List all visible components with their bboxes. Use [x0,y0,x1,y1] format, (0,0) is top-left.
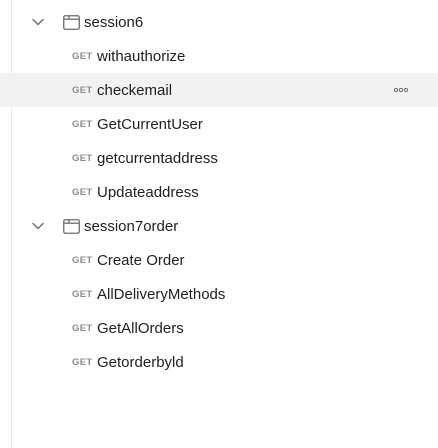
request-label: AllDeliveryMethods [97,285,226,303]
request-row[interactable]: GET GetAllOrders [0,311,438,345]
request-row[interactable]: GET getcurrentaddress [0,141,438,175]
request-row[interactable]: GET Create Order [0,243,438,277]
request-row[interactable]: GET AllDeliveryMethods [0,277,438,311]
request-row[interactable]: GET Updateaddress [0,175,438,209]
folder-row-session6[interactable]: session6 [0,5,438,39]
request-label: GetCurrentUser [97,115,203,133]
collection-tree-panel: session6 GET withauthorize GET checkemai… [0,0,438,448]
method-badge: GET [72,356,93,368]
ellipsis-icon[interactable] [392,85,410,95]
request-label: checkemail [97,81,173,99]
method-badge: GET [72,152,93,164]
folder-label: session7order [84,217,179,235]
method-badge: GET [72,254,93,266]
request-row[interactable]: GET GetCurrentUser [0,107,438,141]
folder-row-session7order[interactable]: session7order [0,209,438,243]
request-row[interactable]: GET Getorderbyld [0,345,438,379]
method-badge: GET [72,84,93,96]
method-badge: GET [72,118,93,130]
request-row-hovered[interactable]: GET checkemail [0,73,438,107]
request-label: GetAllOrders [97,319,184,337]
method-badge: GET [72,288,93,300]
request-label: getcurrentaddress [97,149,218,167]
method-badge: GET [72,186,93,198]
request-label: withauthorize [97,47,186,65]
method-badge: GET [72,322,93,334]
request-label: Create Order [97,251,185,269]
folder-icon [62,218,80,234]
request-label: Getorderbyld [97,353,184,371]
chevron-down-icon[interactable] [31,219,45,233]
chevron-down-icon[interactable] [31,15,45,29]
request-row[interactable]: GET withauthorize [0,39,438,73]
folder-label: session6 [84,13,144,31]
method-badge: GET [72,50,93,62]
request-label: Updateaddress [97,183,199,201]
folder-icon [62,14,80,30]
